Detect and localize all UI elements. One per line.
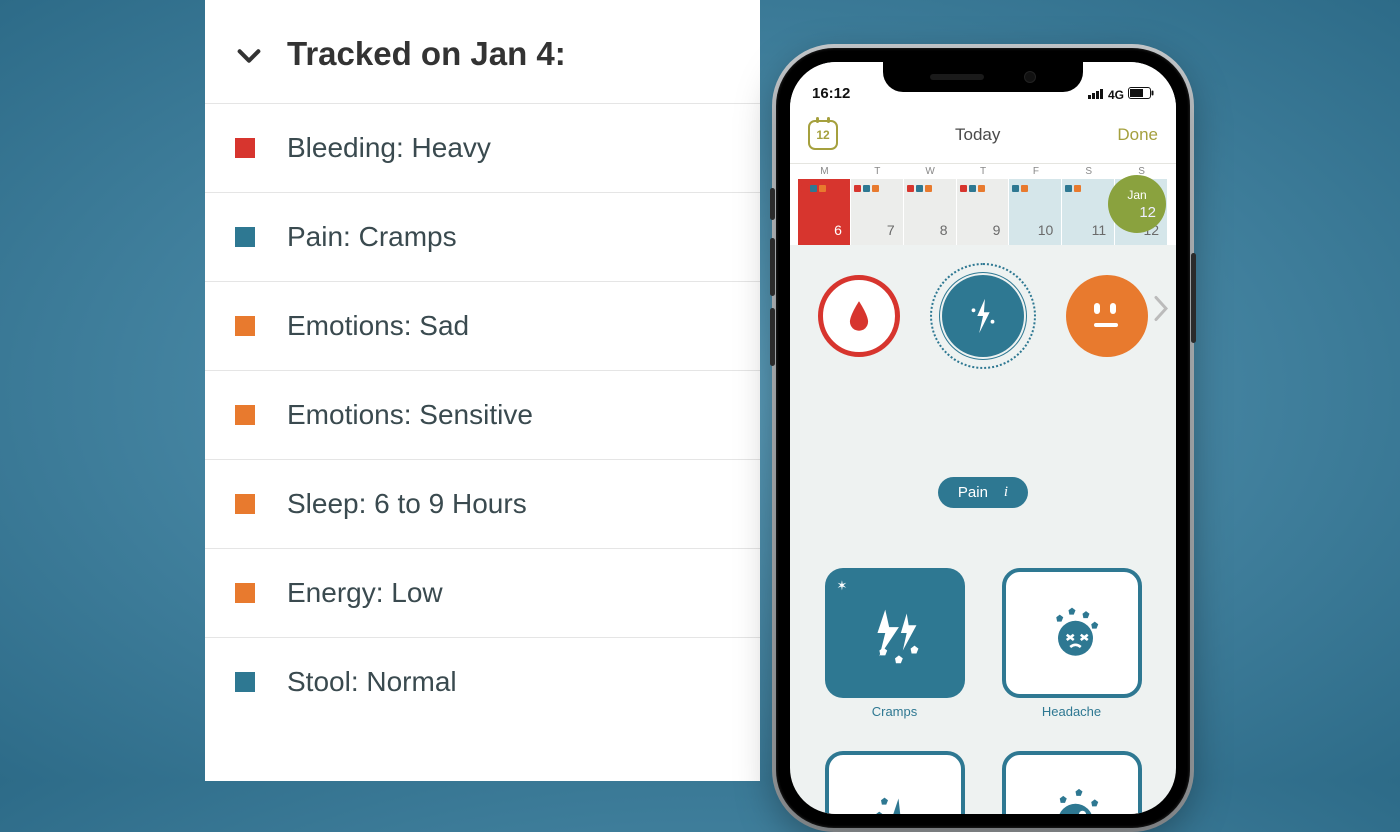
tracked-row[interactable]: Bleeding: Heavy bbox=[205, 103, 760, 192]
symptom-tile[interactable]: ✶ Cramps bbox=[822, 568, 967, 719]
category-row bbox=[790, 245, 1176, 377]
category-bleeding[interactable] bbox=[818, 275, 900, 357]
tracked-row-label: Emotions: Sad bbox=[287, 310, 469, 342]
tracked-header-title: Tracked on Jan 4: bbox=[287, 35, 566, 73]
nav-title: Today bbox=[955, 125, 1000, 145]
color-swatch bbox=[235, 316, 255, 336]
day-number: 9 bbox=[957, 222, 1005, 241]
calendar-icon[interactable]: 12 bbox=[808, 120, 838, 150]
color-swatch bbox=[235, 583, 255, 603]
week-label: M bbox=[798, 166, 851, 177]
day-number: 8 bbox=[904, 222, 952, 241]
symptom-tiles: ✶ Cramps Headache bbox=[790, 528, 1176, 814]
category-pain[interactable] bbox=[942, 275, 1024, 357]
symptom-tile-box: ✶ bbox=[825, 568, 965, 698]
tracked-row-label: Bleeding: Heavy bbox=[287, 132, 491, 164]
symptom-tile-label: Headache bbox=[1042, 704, 1101, 719]
calendar-day-cell[interactable]: 9 bbox=[957, 179, 1010, 245]
tracked-row-label: Stool: Normal bbox=[287, 666, 457, 698]
month-label: Jan bbox=[1127, 188, 1146, 202]
color-swatch bbox=[235, 405, 255, 425]
tracked-row-label: Energy: Low bbox=[287, 577, 443, 609]
info-icon[interactable]: i bbox=[1004, 484, 1008, 501]
network-label: 4G bbox=[1108, 88, 1124, 102]
tracked-row[interactable]: Energy: Low bbox=[205, 548, 760, 637]
color-swatch bbox=[235, 672, 255, 692]
month-badge[interactable]: Jan 12 bbox=[1108, 175, 1166, 233]
color-swatch bbox=[235, 494, 255, 514]
tracked-row[interactable]: Emotions: Sensitive bbox=[205, 370, 760, 459]
color-swatch bbox=[235, 227, 255, 247]
day-number: 6 bbox=[798, 222, 846, 241]
tracked-row[interactable]: Emotions: Sad bbox=[205, 281, 760, 370]
category-pill-label: Pain bbox=[958, 484, 988, 501]
symptom-tile[interactable] bbox=[822, 751, 967, 814]
check-icon: ✶ bbox=[837, 578, 848, 594]
symptom-tile-box bbox=[825, 751, 965, 814]
calendar-day-cell[interactable]: 7 bbox=[851, 179, 904, 245]
category-label-row: Pain i bbox=[790, 377, 1176, 528]
battery-icon bbox=[1128, 87, 1154, 102]
calendar-day-cell[interactable]: 11 bbox=[1062, 179, 1115, 245]
signal-icon bbox=[1088, 88, 1104, 102]
week-label: T bbox=[851, 166, 904, 177]
week-label: F bbox=[1009, 166, 1062, 177]
tracked-row[interactable]: Sleep: 6 to 9 Hours bbox=[205, 459, 760, 548]
phone-screen: 16:12 4G 12 Today Done MTWTFSS 678910111… bbox=[790, 62, 1176, 814]
symptom-tile-box bbox=[1002, 568, 1142, 698]
tracked-row-label: Sleep: 6 to 9 Hours bbox=[287, 488, 527, 520]
symptom-tile-box bbox=[1002, 751, 1142, 814]
done-button[interactable]: Done bbox=[1117, 125, 1158, 145]
tracked-row-label: Emotions: Sensitive bbox=[287, 399, 533, 431]
month-day: 12 bbox=[1139, 202, 1166, 221]
phone-notch bbox=[883, 62, 1083, 92]
tracked-row[interactable]: Stool: Normal bbox=[205, 637, 760, 726]
day-number: 10 bbox=[1009, 222, 1057, 241]
chevron-down-icon bbox=[235, 42, 259, 66]
nav-bar: 12 Today Done bbox=[790, 106, 1176, 164]
tracked-list-panel: Tracked on Jan 4: Bleeding: Heavy Pain: C… bbox=[205, 0, 760, 781]
status-time: 16:12 bbox=[812, 85, 850, 102]
calendar-day: 12 bbox=[816, 128, 829, 142]
week-label: W bbox=[904, 166, 957, 177]
calendar-day-cell[interactable]: 8 bbox=[904, 179, 957, 245]
category-emotions[interactable] bbox=[1066, 275, 1148, 357]
symptom-tile[interactable]: Headache bbox=[999, 568, 1144, 719]
category-pill[interactable]: Pain i bbox=[938, 477, 1028, 508]
tracked-row[interactable]: Pain: Cramps bbox=[205, 192, 760, 281]
symptom-tile-label: Cramps bbox=[872, 704, 918, 719]
tracked-header-row[interactable]: Tracked on Jan 4: bbox=[205, 0, 760, 103]
day-number: 7 bbox=[851, 222, 899, 241]
chevron-right-icon[interactable] bbox=[1154, 296, 1168, 327]
calendar-day-cell[interactable]: 10 bbox=[1009, 179, 1062, 245]
color-swatch bbox=[235, 138, 255, 158]
week-strip: MTWTFSS 6789101112 Jan 12 bbox=[790, 164, 1176, 245]
week-label: T bbox=[957, 166, 1010, 177]
phone-frame: 16:12 4G 12 Today Done MTWTFSS 678910111… bbox=[776, 48, 1190, 828]
week-label: S bbox=[1062, 166, 1115, 177]
day-number: 11 bbox=[1062, 222, 1110, 241]
face-icon bbox=[1066, 275, 1148, 357]
tracked-row-label: Pain: Cramps bbox=[287, 221, 457, 253]
calendar-day-cell[interactable]: 6 bbox=[798, 179, 851, 245]
symptom-tile[interactable] bbox=[999, 751, 1144, 814]
